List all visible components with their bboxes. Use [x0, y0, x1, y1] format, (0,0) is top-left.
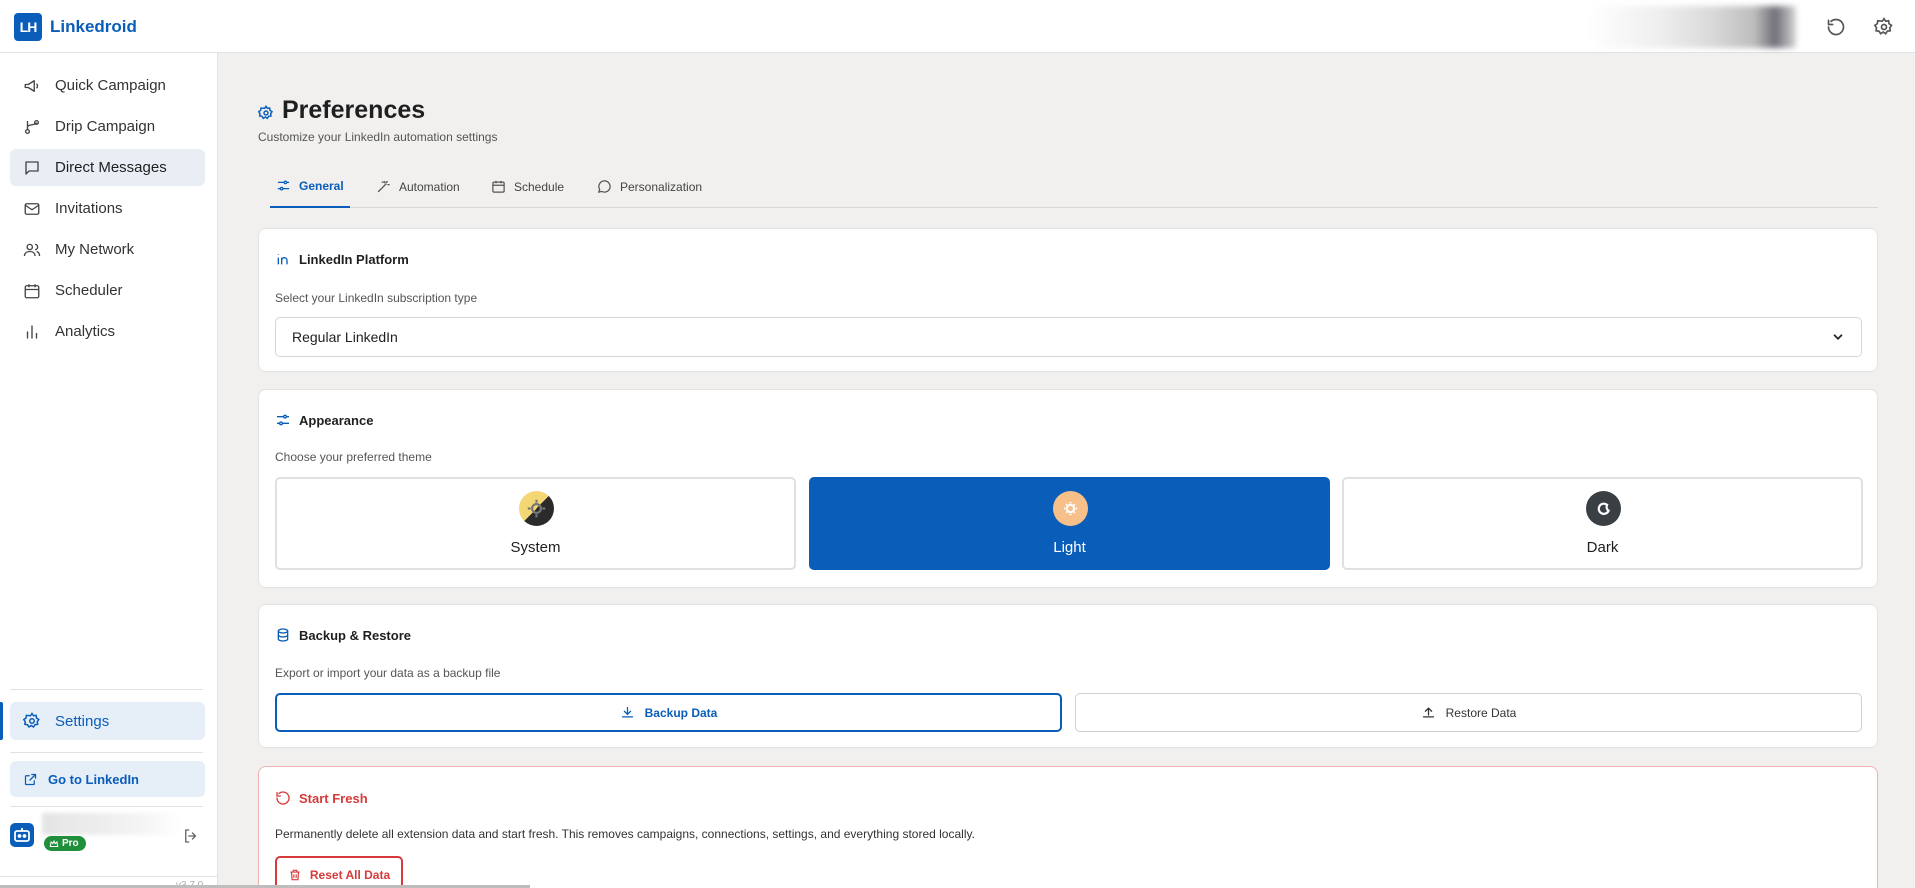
page-title: Preferences — [258, 96, 425, 125]
page-title-text: Preferences — [282, 96, 426, 124]
sidebar-item-label: Drip Campaign — [55, 118, 156, 135]
start-fresh-card: Start Fresh Permanently delete all exten… — [258, 766, 1878, 888]
sidebar-item-label: Scheduler — [55, 282, 123, 299]
chat-bubble-icon — [597, 179, 612, 194]
sidebar-item-analytics[interactable]: Analytics — [10, 313, 205, 350]
go-to-linkedin-button[interactable]: Go to LinkedIn — [10, 761, 205, 797]
sidebar-divider — [10, 689, 203, 690]
card-description: Permanently delete all extension data an… — [275, 827, 975, 841]
active-indicator — [0, 702, 3, 740]
theme-option-light[interactable]: Light — [809, 477, 1330, 570]
theme-label: Dark — [1586, 539, 1619, 556]
upload-icon — [1421, 705, 1436, 720]
sidebar-item-label: Direct Messages — [55, 159, 167, 176]
tab-general[interactable]: General — [270, 171, 350, 208]
branch-icon — [23, 118, 41, 136]
gear-icon — [258, 104, 274, 121]
pro-badge: Pro — [44, 836, 86, 851]
theme-option-system[interactable]: System — [275, 477, 796, 570]
sliders-icon — [276, 178, 291, 193]
appearance-card: Appearance Choose your preferred theme S… — [258, 389, 1878, 588]
sidebar-item-settings[interactable]: Settings — [10, 702, 205, 740]
card-description: Select your LinkedIn subscription type — [275, 291, 478, 305]
sun-icon — [1052, 491, 1088, 526]
sidebar: Quick Campaign Drip Campaign Direct Mess… — [0, 53, 218, 888]
tab-automation[interactable]: Automation — [370, 171, 466, 208]
calendar-icon — [23, 282, 41, 300]
bar-chart-icon — [23, 323, 41, 341]
sidebar-item-invitations[interactable]: Invitations — [10, 190, 205, 227]
backup-restore-card: Backup & Restore Export or import your d… — [258, 604, 1878, 748]
sidebar-item-label: Settings — [55, 712, 110, 730]
sidebar-item-drip-campaign[interactable]: Drip Campaign — [10, 108, 205, 145]
linkedin-icon — [275, 251, 291, 267]
backup-data-button[interactable]: Backup Data — [275, 693, 1062, 732]
sidebar-item-label: Invitations — [55, 200, 123, 217]
sidebar-item-scheduler[interactable]: Scheduler — [10, 272, 205, 309]
external-link-icon — [23, 772, 38, 787]
linkedin-platform-card: LinkedIn Platform Select your LinkedIn s… — [258, 228, 1878, 372]
chevron-down-icon — [1831, 330, 1845, 344]
theme-label: System — [510, 539, 561, 556]
page-subtitle: Customize your LinkedIn automation setti… — [258, 130, 498, 144]
users-icon — [23, 241, 41, 259]
moon-icon — [1585, 491, 1621, 526]
select-value: Regular LinkedIn — [292, 329, 398, 345]
profile-banner — [1588, 6, 1796, 48]
tab-bar: General Automation Schedule Personalizat… — [270, 171, 1878, 208]
magic-wand-icon — [376, 179, 391, 194]
card-description: Choose your preferred theme — [275, 450, 432, 464]
sidebar-item-label: Quick Campaign — [55, 77, 166, 94]
database-icon — [275, 627, 291, 643]
gear-icon[interactable] — [1874, 17, 1894, 37]
tab-personalization[interactable]: Personalization — [591, 171, 708, 208]
app-name: Linkedroid — [50, 17, 137, 36]
download-icon — [620, 705, 635, 720]
crown-icon — [49, 839, 59, 849]
card-title: Appearance — [275, 412, 373, 428]
reset-icon — [275, 790, 291, 806]
mail-icon — [23, 200, 41, 218]
card-title: LinkedIn Platform — [275, 251, 409, 267]
brand[interactable]: LH Linkedroid — [14, 13, 137, 41]
card-description: Export or import your data as a backup f… — [275, 666, 501, 680]
sidebar-divider — [10, 752, 203, 753]
system-theme-icon — [518, 491, 554, 526]
theme-option-dark[interactable]: Dark — [1342, 477, 1863, 570]
app-logo: LH — [14, 13, 42, 41]
logout-icon[interactable] — [182, 827, 200, 845]
sidebar-item-quick-campaign[interactable]: Quick Campaign — [10, 67, 205, 104]
megaphone-icon — [23, 77, 41, 95]
sidebar-item-label: My Network — [55, 241, 135, 258]
sidebar-item-my-network[interactable]: My Network — [10, 231, 205, 268]
message-icon — [23, 159, 41, 177]
go-to-linkedin-label: Go to LinkedIn — [48, 771, 139, 787]
restore-data-button[interactable]: Restore Data — [1075, 693, 1862, 732]
card-title: Start Fresh — [275, 790, 368, 806]
refresh-icon[interactable] — [1826, 17, 1846, 37]
sidebar-divider — [10, 806, 203, 807]
calendar-icon — [491, 179, 506, 194]
theme-label: Light — [1053, 539, 1086, 556]
sliders-icon — [275, 412, 291, 428]
sidebar-item-label: Analytics — [55, 323, 116, 340]
tab-schedule[interactable]: Schedule — [485, 171, 570, 208]
linkedin-type-select[interactable]: Regular LinkedIn — [275, 317, 1862, 357]
top-bar: LH Linkedroid — [0, 0, 1915, 53]
card-title: Backup & Restore — [275, 627, 411, 643]
trash-icon — [288, 868, 302, 882]
reset-all-data-button[interactable]: Reset All Data — [275, 856, 403, 888]
gear-icon — [23, 712, 41, 730]
bot-icon — [10, 823, 34, 847]
sidebar-item-direct-messages[interactable]: Direct Messages — [10, 149, 205, 186]
user-name — [42, 813, 182, 835]
